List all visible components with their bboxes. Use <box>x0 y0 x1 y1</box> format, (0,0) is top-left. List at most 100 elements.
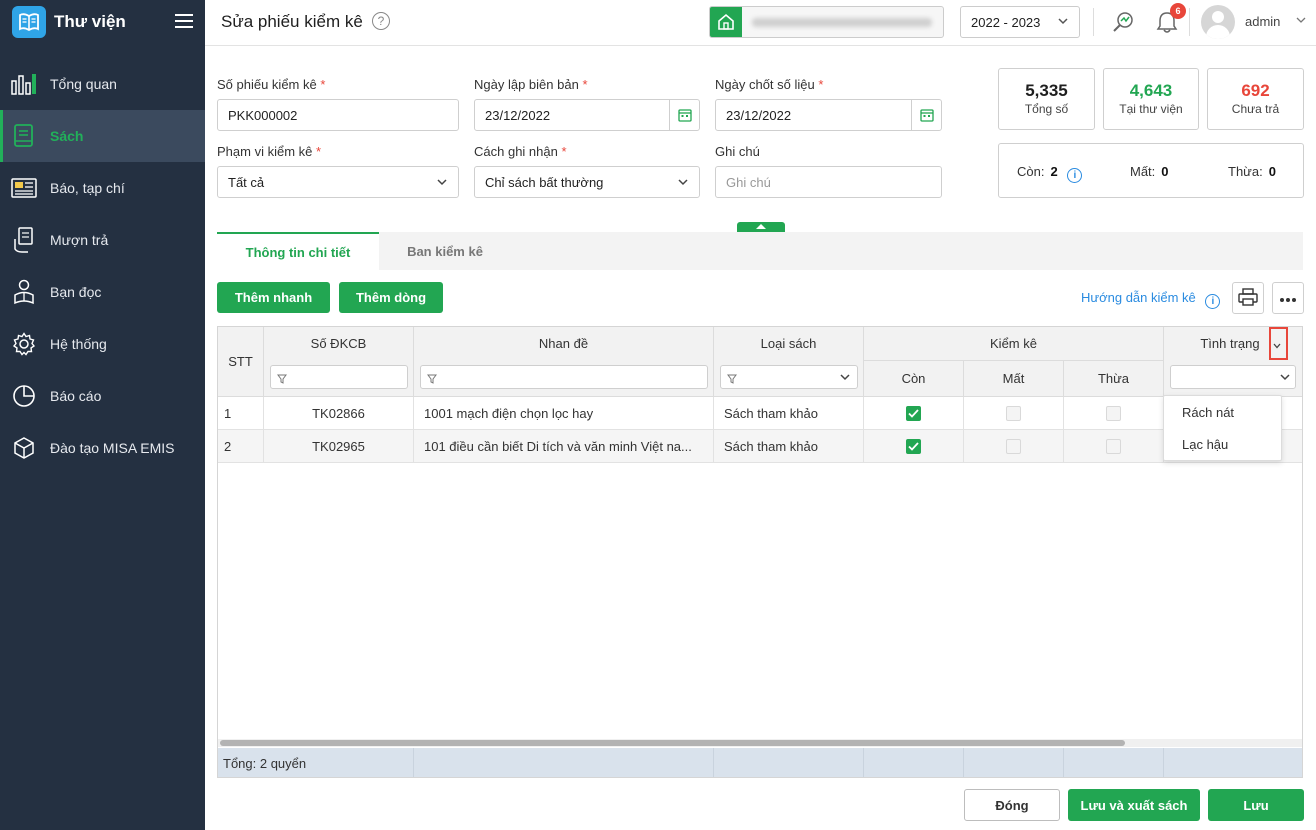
sidebar-item-ban-doc[interactable]: Bạn đọc <box>0 266 205 318</box>
newspaper-icon <box>10 174 38 202</box>
column-header-remaining: Còn <box>864 361 964 397</box>
cell-reg-no: TK02866 <box>264 397 414 430</box>
scope-value: Tất cả <box>228 174 265 190</box>
record-mode-select[interactable]: Chỉ sách bất thường <box>474 166 700 198</box>
column-header-title: Nhan đề <box>414 327 714 397</box>
sidebar-item-bao-tap-chi[interactable]: Báo, tạp chí <box>0 162 205 214</box>
filter-icon <box>427 372 437 387</box>
sidebar-item-label: Báo cáo <box>50 388 102 404</box>
chevron-down-icon <box>677 176 689 191</box>
condition-filter-select[interactable] <box>1170 365 1296 389</box>
cell-stt: 2 <box>218 430 264 463</box>
column-header-stt: STT <box>218 327 264 397</box>
note-label: Ghi chú <box>715 144 760 159</box>
note-input[interactable]: Ghi chú <box>715 166 942 198</box>
inventory-summary: Còn: 2 i Mất: 0 Thừa: 0 <box>998 143 1304 198</box>
column-header-book-type: Loại sách <box>714 327 864 397</box>
filter-icon <box>277 372 287 387</box>
menu-toggle-icon[interactable] <box>175 10 193 30</box>
dropdown-option-rach-nat[interactable]: Rách nát <box>1164 396 1281 428</box>
summary-excess: Thừa: 0 <box>1228 164 1276 179</box>
scope-select[interactable]: Tất cả <box>217 166 459 198</box>
dropdown-option-lac-hau[interactable]: Lạc hậu <box>1164 428 1281 460</box>
username[interactable]: admin <box>1245 14 1280 29</box>
sidebar-item-he-thong[interactable]: Hệ thống <box>0 318 205 370</box>
sidebar-item-muon-tra[interactable]: Mượn trả <box>0 214 205 266</box>
info-icon: i <box>1205 294 1221 309</box>
help-icon[interactable]: ? <box>372 12 390 30</box>
avatar[interactable] <box>1201 5 1235 39</box>
chevron-down-icon[interactable] <box>1295 14 1307 29</box>
excess-checkbox[interactable] <box>1106 438 1121 454</box>
cutoff-date-label: Ngày chốt số liệu * <box>715 77 824 92</box>
record-mode-value: Chỉ sách bất thường <box>485 174 604 190</box>
inventory-guide-link[interactable]: Hướng dẫn kiểm kê i <box>1081 290 1221 309</box>
column-header-excess: Thừa <box>1064 361 1164 397</box>
reg-no-filter-input[interactable] <box>270 365 408 389</box>
sidebar-item-label: Sách <box>50 128 84 144</box>
book-type-filter-select[interactable] <box>720 365 858 389</box>
sidebar-item-tong-quan[interactable]: Tổng quan <box>0 58 205 110</box>
excess-checkbox[interactable] <box>1106 405 1121 421</box>
sidebar: Thư viện Tổng quan Sách Báo, tạp chí Mượ… <box>0 0 205 830</box>
sidebar-item-bao-cao[interactable]: Báo cáo <box>0 370 205 422</box>
save-export-button[interactable]: Lưu và xuất sách <box>1068 789 1200 821</box>
header-divider <box>1189 8 1190 36</box>
sidebar-item-label: Đào tạo MISA EMIS <box>50 440 175 456</box>
total-count: Tổng: 2 quyển <box>223 756 307 771</box>
print-button[interactable] <box>1232 282 1264 314</box>
chevron-down-icon <box>1057 15 1069 30</box>
created-date-input[interactable]: 23/12/2022 <box>474 99 700 131</box>
stat-not-returned: 692 Chưa trả <box>1207 68 1304 130</box>
sidebar-item-label: Bạn đọc <box>50 284 102 300</box>
condition-dropdown: Rách nát Lạc hậu <box>1163 395 1282 461</box>
tab-inventory-board[interactable]: Ban kiểm kê <box>379 232 511 270</box>
column-header-inventory: Kiểm kê <box>864 327 1164 361</box>
remaining-checkbox[interactable] <box>906 438 921 454</box>
school-year-select[interactable]: 2022 - 2023 <box>960 6 1080 38</box>
calendar-icon[interactable] <box>911 100 941 130</box>
close-button[interactable]: Đóng <box>964 789 1060 821</box>
scrollbar-thumb[interactable] <box>220 740 1125 746</box>
cutoff-date-value: 23/12/2022 <box>726 107 792 123</box>
sidebar-item-sach[interactable]: Sách <box>0 110 205 162</box>
created-date-value: 23/12/2022 <box>485 107 551 123</box>
collapse-form-toggle[interactable] <box>737 222 785 232</box>
stat-not-returned-value: 692 <box>1241 81 1270 100</box>
chevron-down-icon <box>436 176 448 191</box>
quick-add-button[interactable]: Thêm nhanh <box>217 282 330 313</box>
chevron-down-icon <box>1279 371 1291 386</box>
stat-total: 5,335 Tổng số <box>998 68 1095 130</box>
add-row-button[interactable]: Thêm dòng <box>339 282 443 313</box>
save-button[interactable]: Lưu <box>1208 789 1304 821</box>
ticket-no-label: Số phiếu kiểm kê * <box>217 77 326 92</box>
school-selector[interactable] <box>709 6 944 38</box>
more-dots-icon <box>1279 291 1297 306</box>
lost-checkbox[interactable] <box>1006 438 1021 454</box>
horizontal-scrollbar[interactable] <box>218 739 1302 747</box>
column-header-reg-no: Số ĐKCB <box>264 327 414 397</box>
cutoff-date-input[interactable]: 23/12/2022 <box>715 99 942 131</box>
search-chart-icon[interactable] <box>1109 8 1137 36</box>
lost-checkbox[interactable] <box>1006 405 1021 421</box>
title-filter-input[interactable] <box>420 365 708 389</box>
remaining-checkbox[interactable] <box>906 405 921 421</box>
ticket-no-input[interactable]: PKK000002 <box>217 99 459 131</box>
info-icon[interactable]: i <box>1067 168 1083 183</box>
cell-reg-no: TK02965 <box>264 430 414 463</box>
sidebar-item-label: Tổng quan <box>50 76 117 92</box>
stat-in-library-value: 4,643 <box>1129 81 1173 100</box>
pie-chart-icon <box>10 382 38 410</box>
cell-stt: 1 <box>218 397 264 430</box>
gear-icon <box>10 330 38 358</box>
book-icon <box>10 122 38 150</box>
tab-bar: Thông tin chi tiết Ban kiểm kê <box>217 232 1303 270</box>
more-options-button[interactable] <box>1272 282 1304 314</box>
table-footer: Tổng: 2 quyển <box>218 748 1302 777</box>
tab-detail-info[interactable]: Thông tin chi tiết <box>217 232 379 270</box>
sidebar-item-dao-tao[interactable]: Đào tạo MISA EMIS <box>0 422 205 474</box>
stat-in-library: 4,643 Tại thư viện <box>1103 68 1199 130</box>
calendar-icon[interactable] <box>669 100 699 130</box>
page-title: Sửa phiếu kiểm kê <box>221 12 363 31</box>
cell-title: 101 điều cần biết Di tích và văn minh Vi… <box>414 430 714 463</box>
